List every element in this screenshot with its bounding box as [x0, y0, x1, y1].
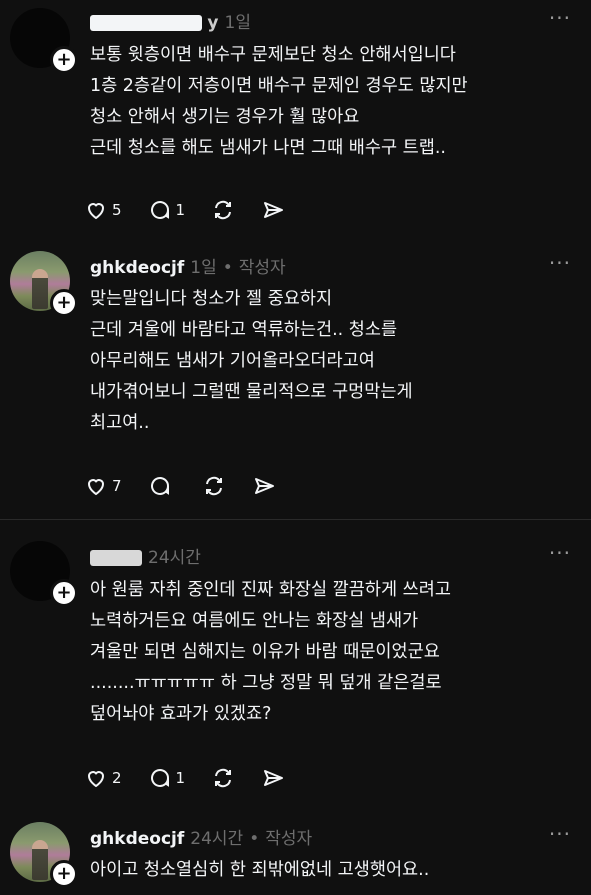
post-line: 내가겪어보니 그럴땐 물리적으로 구멍막는게 [90, 382, 413, 402]
thread-divider [0, 519, 591, 520]
redacted-username [90, 15, 202, 31]
post-time: 1일 [224, 13, 251, 33]
post-text: 아이고 청소열심히 한 죄밖에없네 고생햇어요.. [90, 855, 429, 886]
post-time: 24시간 [148, 548, 201, 568]
post-line: 근데 겨울에 바람타고 역류하는건.. 청소를 [90, 320, 398, 340]
post-header: ghkdeocjf 1일 • 작성자 [90, 253, 286, 278]
follow-plus-icon[interactable]: + [50, 579, 78, 607]
follow-plus-icon[interactable]: + [50, 860, 78, 888]
post-actions: 2 1 [84, 765, 311, 791]
post-line: 보통 윗층이면 배수구 문제보단 청소 안해서입니다 [90, 45, 456, 65]
post-line: 청소 안해서 생기는 경우가 훨 많아요 [90, 107, 360, 127]
avatar-figure [32, 269, 48, 309]
separator: • [249, 829, 260, 849]
reply-button[interactable]: 1 [148, 766, 186, 790]
post-header: ghkdeocjf 24시간 • 작성자 [90, 824, 312, 849]
post-line: 아이고 청소열심히 한 죄밖에없네 고생햇어요.. [90, 860, 430, 880]
share-button[interactable] [261, 198, 285, 222]
post-line: 겨울만 되면 심해지는 이유가 바람 때문이었군요 [90, 642, 440, 662]
reply-button[interactable]: 1 [148, 198, 186, 222]
like-count: 2 [112, 769, 122, 787]
repost-button[interactable] [211, 766, 235, 790]
more-options-icon[interactable]: ··· [549, 251, 571, 275]
share-icon [264, 770, 284, 786]
separator: • [222, 258, 233, 278]
like-button[interactable]: 5 [84, 198, 122, 222]
reply-count: 1 [175, 201, 186, 219]
author-badge: 작성자 [238, 258, 286, 278]
like-button[interactable]: 7 [84, 474, 122, 498]
post-text: 맞는말입니다 청소가 젤 중요하지 근데 겨울에 바람타고 역류하는건.. 청소… [90, 284, 413, 439]
post-line: 아무리해도 냄새가 기어올라오더라고여 [90, 351, 375, 371]
post-actions: 7 [84, 473, 302, 499]
avatar-figure [32, 840, 48, 880]
repost-icon [215, 200, 232, 220]
comment-icon [150, 201, 169, 219]
post-line: 노력하거든요 여름에도 안나는 화장실 냄새가 [90, 611, 419, 631]
more-options-icon[interactable]: ··· [549, 822, 571, 846]
share-button[interactable] [252, 474, 276, 498]
more-options-icon[interactable]: ··· [549, 6, 571, 30]
comment-icon [150, 477, 169, 495]
like-button[interactable]: 2 [84, 766, 122, 790]
post-time: 1일 [190, 258, 217, 278]
heart-icon [87, 203, 105, 220]
post-line: 덮어놔야 효과가 있겠죠? [90, 704, 272, 724]
redacted-username [90, 550, 142, 566]
username-tail: y [207, 13, 219, 33]
post-header: y 1일 [90, 8, 251, 33]
like-count: 7 [112, 477, 122, 495]
post-line: 1층 2층같이 저층이면 배수구 문제인 경우도 많지만 [90, 76, 468, 96]
post-text: 보통 윗층이면 배수구 문제보단 청소 안해서입니다 1층 2층같이 저층이면 … [90, 40, 468, 164]
like-count: 5 [112, 201, 122, 219]
post-line: 맞는말입니다 청소가 젤 중요하지 [90, 289, 333, 309]
post-time: 24시간 [190, 829, 244, 849]
username[interactable]: ghkdeocjf [90, 829, 184, 849]
repost-button[interactable] [211, 198, 235, 222]
share-icon [264, 202, 284, 218]
author-badge: 작성자 [265, 829, 313, 849]
heart-icon [87, 771, 105, 788]
follow-plus-icon[interactable]: + [50, 289, 78, 317]
heart-icon [87, 479, 105, 496]
post-line: ........ㅠㅠㅠㅠㅠ 하 그냥 정말 뭐 덮개 같은걸로 [90, 673, 442, 693]
comment-icon [150, 769, 169, 787]
repost-icon [205, 476, 222, 496]
post-line: 근데 청소를 해도 냄새가 나면 그때 배수구 트랩.. [90, 138, 446, 158]
more-options-icon[interactable]: ··· [549, 541, 571, 565]
username[interactable]: ghkdeocjf [90, 258, 184, 278]
share-icon [254, 478, 274, 494]
post-line: 최고여.. [90, 413, 150, 433]
reply-count: 1 [175, 769, 186, 787]
reply-button[interactable] [148, 474, 176, 498]
post-actions: 5 1 [84, 197, 311, 223]
post-text: 아 원룸 자취 중인데 진짜 화장실 깔끔하게 쓰려고 노력하거든요 여름에도 … [90, 575, 451, 730]
post-line: 아 원룸 자취 중인데 진짜 화장실 깔끔하게 쓰려고 [90, 580, 451, 600]
share-button[interactable] [261, 766, 285, 790]
repost-icon [215, 768, 232, 788]
repost-button[interactable] [202, 474, 226, 498]
follow-plus-icon[interactable]: + [50, 46, 78, 74]
post-header: 24시간 [90, 543, 201, 568]
